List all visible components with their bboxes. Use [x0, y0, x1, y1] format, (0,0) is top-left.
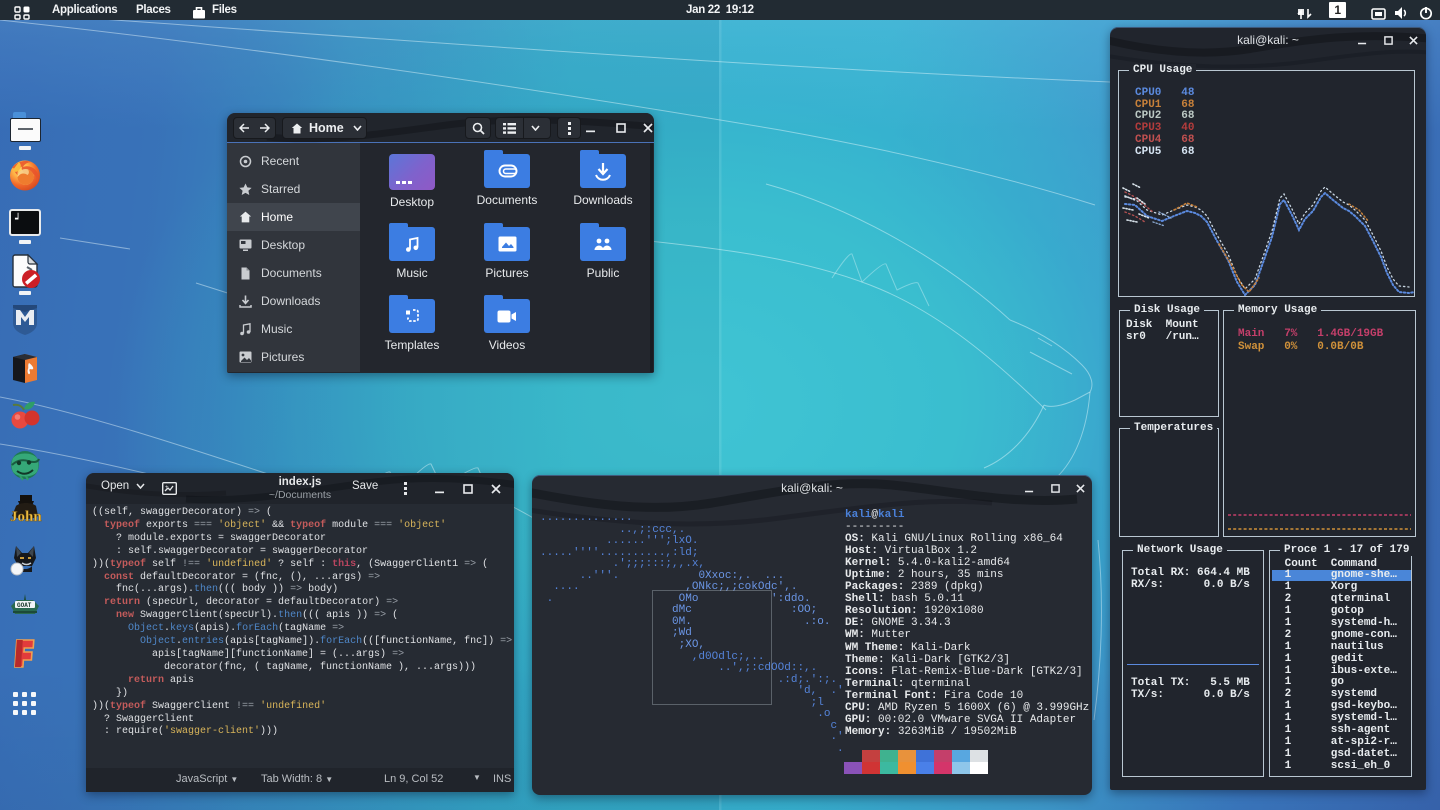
- svg-text:John: John: [10, 509, 42, 525]
- svg-text:GOAT: GOAT: [17, 602, 32, 609]
